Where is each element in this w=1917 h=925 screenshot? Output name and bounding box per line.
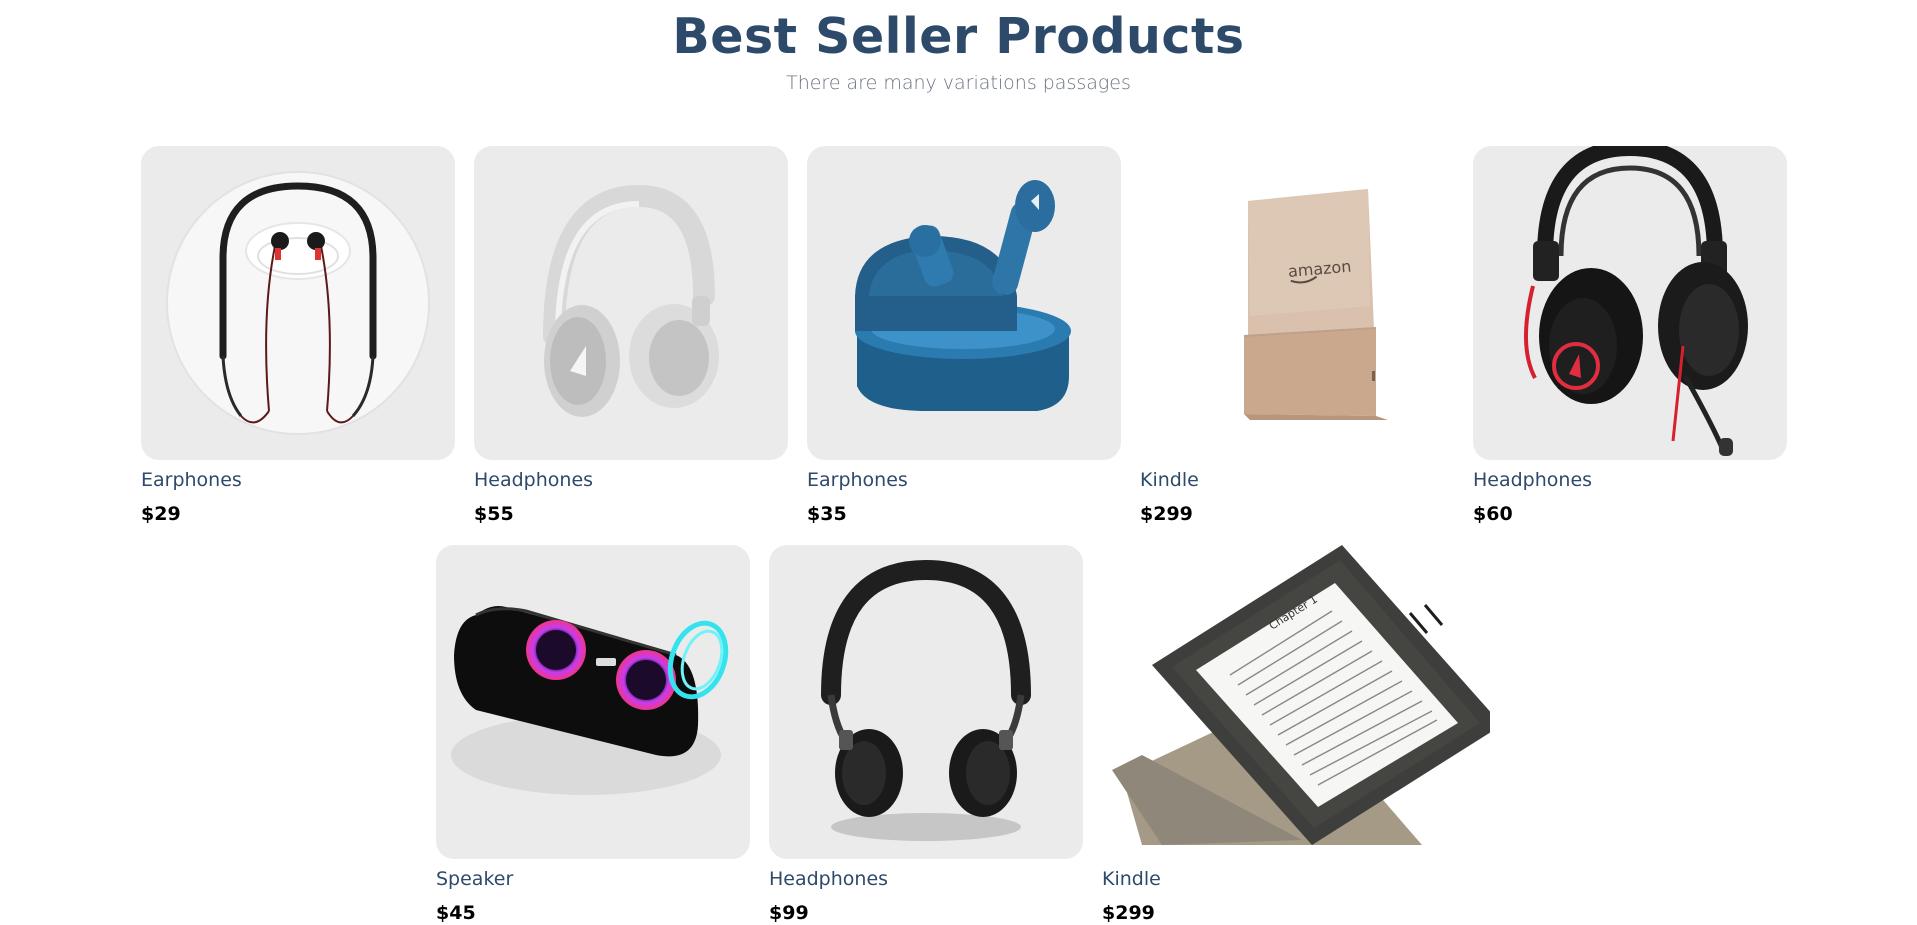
product-price: $99 xyxy=(769,902,809,924)
product-name: Headphones xyxy=(769,868,889,890)
product-name: Speaker xyxy=(436,868,514,890)
product-card[interactable]: Chapter 1 Kindle $299 xyxy=(1102,545,1490,925)
product-card[interactable]: Headphones $60 xyxy=(1473,146,1787,526)
product-name: Earphones xyxy=(807,469,908,491)
product-price: $29 xyxy=(141,503,181,525)
product-price: $35 xyxy=(807,503,847,525)
product-card[interactable]: Earphones $29 xyxy=(141,146,455,526)
section-title: Best Seller Products xyxy=(672,8,1245,65)
product-price: $299 xyxy=(1140,503,1193,525)
product-name: Kindle xyxy=(1102,868,1161,890)
product-image-black-headphones[interactable] xyxy=(769,545,1083,859)
product-image-bluetooth-speaker[interactable] xyxy=(436,545,750,859)
product-image-neckband-earphones[interactable] xyxy=(141,146,455,460)
product-card[interactable]: Headphones $55 xyxy=(474,146,788,526)
product-name: Earphones xyxy=(141,469,242,491)
product-card[interactable]: Headphones $99 xyxy=(769,545,1083,925)
product-price: $45 xyxy=(436,902,476,924)
product-price: $55 xyxy=(474,503,514,525)
product-price: $299 xyxy=(1102,902,1155,924)
product-price: $60 xyxy=(1473,503,1513,525)
product-card[interactable]: amazon Kindle $299 xyxy=(1140,146,1454,526)
product-image-kindle-rose-gold[interactable]: amazon xyxy=(1140,146,1454,460)
product-card[interactable]: Earphones $35 xyxy=(807,146,1121,526)
product-image-blue-earbuds-case[interactable] xyxy=(807,146,1121,460)
product-name: Headphones xyxy=(1473,469,1593,491)
product-image-kindle-oasis[interactable]: Chapter 1 xyxy=(1102,545,1490,845)
product-name: Headphones xyxy=(474,469,594,491)
product-name: Kindle xyxy=(1140,469,1199,491)
product-image-gaming-headset[interactable] xyxy=(1473,146,1787,460)
product-card[interactable]: Speaker $45 xyxy=(436,545,750,925)
section-subtitle: There are many variations passages xyxy=(786,72,1131,94)
product-image-white-headphones[interactable] xyxy=(474,146,788,460)
